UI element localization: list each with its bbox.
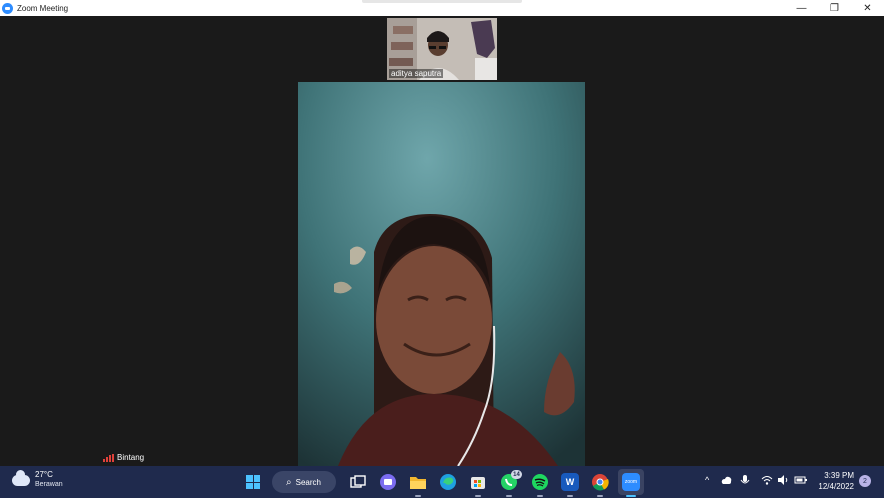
clock-time: 3:39 PM bbox=[824, 471, 854, 480]
speaker-name: Bintang bbox=[117, 453, 145, 462]
participant-name-label: aditya saputra bbox=[389, 69, 444, 78]
speaker-name-label: Bintang bbox=[103, 453, 144, 462]
weather-widget[interactable]: 27°C Berawan bbox=[12, 469, 63, 490]
speaker-icon[interactable] bbox=[777, 474, 789, 488]
running-indicator bbox=[597, 495, 603, 497]
word-icon[interactable]: W bbox=[561, 473, 579, 491]
snap-layout-handle[interactable] bbox=[362, 0, 522, 3]
cloud-icon bbox=[12, 469, 30, 486]
search-icon: ⌕ bbox=[286, 476, 292, 488]
battery-icon[interactable] bbox=[794, 474, 808, 488]
taskbar-search[interactable]: ⌕ Search bbox=[272, 471, 336, 493]
whatsapp-unread-badge: 14 bbox=[511, 470, 522, 479]
windows-logo-icon bbox=[246, 475, 253, 482]
wifi-icon[interactable] bbox=[761, 474, 773, 488]
active-indicator bbox=[626, 495, 636, 497]
running-indicator bbox=[537, 495, 543, 497]
search-label: Search bbox=[295, 477, 321, 487]
windows-taskbar: 27°C Berawan ⌕ Search 14 W zoom ^ 3:39 P… bbox=[0, 466, 884, 498]
taskbar-clock[interactable]: 3:39 PM 12/4/2022 bbox=[818, 470, 854, 492]
main-speaker-video[interactable] bbox=[298, 82, 585, 466]
title-bar: Zoom Meeting — ❐ ✕ bbox=[0, 0, 884, 16]
notification-count-badge[interactable]: 2 bbox=[859, 475, 871, 487]
window-title: Zoom Meeting bbox=[17, 3, 69, 13]
zoom-icon[interactable]: zoom bbox=[622, 473, 640, 491]
meeting-area: aditya saputra Bintang bbox=[0, 16, 884, 466]
speaker-video-frame bbox=[298, 82, 585, 466]
restore-button[interactable]: ❐ bbox=[818, 0, 851, 16]
running-indicator bbox=[506, 495, 512, 497]
weather-temperature: 27°C bbox=[35, 470, 53, 479]
microphone-icon[interactable] bbox=[740, 474, 750, 488]
connection-signal-icon bbox=[103, 453, 114, 462]
running-indicator bbox=[415, 495, 421, 497]
edge-icon[interactable] bbox=[439, 473, 457, 491]
zoom-logo-icon bbox=[2, 2, 13, 14]
running-indicator bbox=[567, 495, 573, 497]
start-button[interactable] bbox=[246, 475, 260, 489]
onedrive-icon[interactable] bbox=[720, 474, 732, 488]
minimize-button[interactable]: — bbox=[785, 0, 818, 16]
spotify-icon[interactable] bbox=[531, 473, 549, 491]
chat-icon[interactable] bbox=[379, 473, 397, 491]
window-controls: — ❐ ✕ bbox=[785, 0, 884, 16]
chevron-up-icon[interactable]: ^ bbox=[705, 475, 709, 485]
task-view-icon[interactable] bbox=[349, 473, 367, 491]
clock-date: 12/4/2022 bbox=[818, 482, 854, 491]
close-button[interactable]: ✕ bbox=[851, 0, 884, 16]
folder-icon[interactable] bbox=[409, 473, 427, 491]
store-icon[interactable] bbox=[469, 473, 487, 491]
chrome-icon[interactable] bbox=[591, 473, 609, 491]
weather-condition: Berawan bbox=[35, 481, 63, 488]
participant-thumbnail[interactable]: aditya saputra bbox=[387, 18, 497, 80]
running-indicator bbox=[475, 495, 481, 497]
